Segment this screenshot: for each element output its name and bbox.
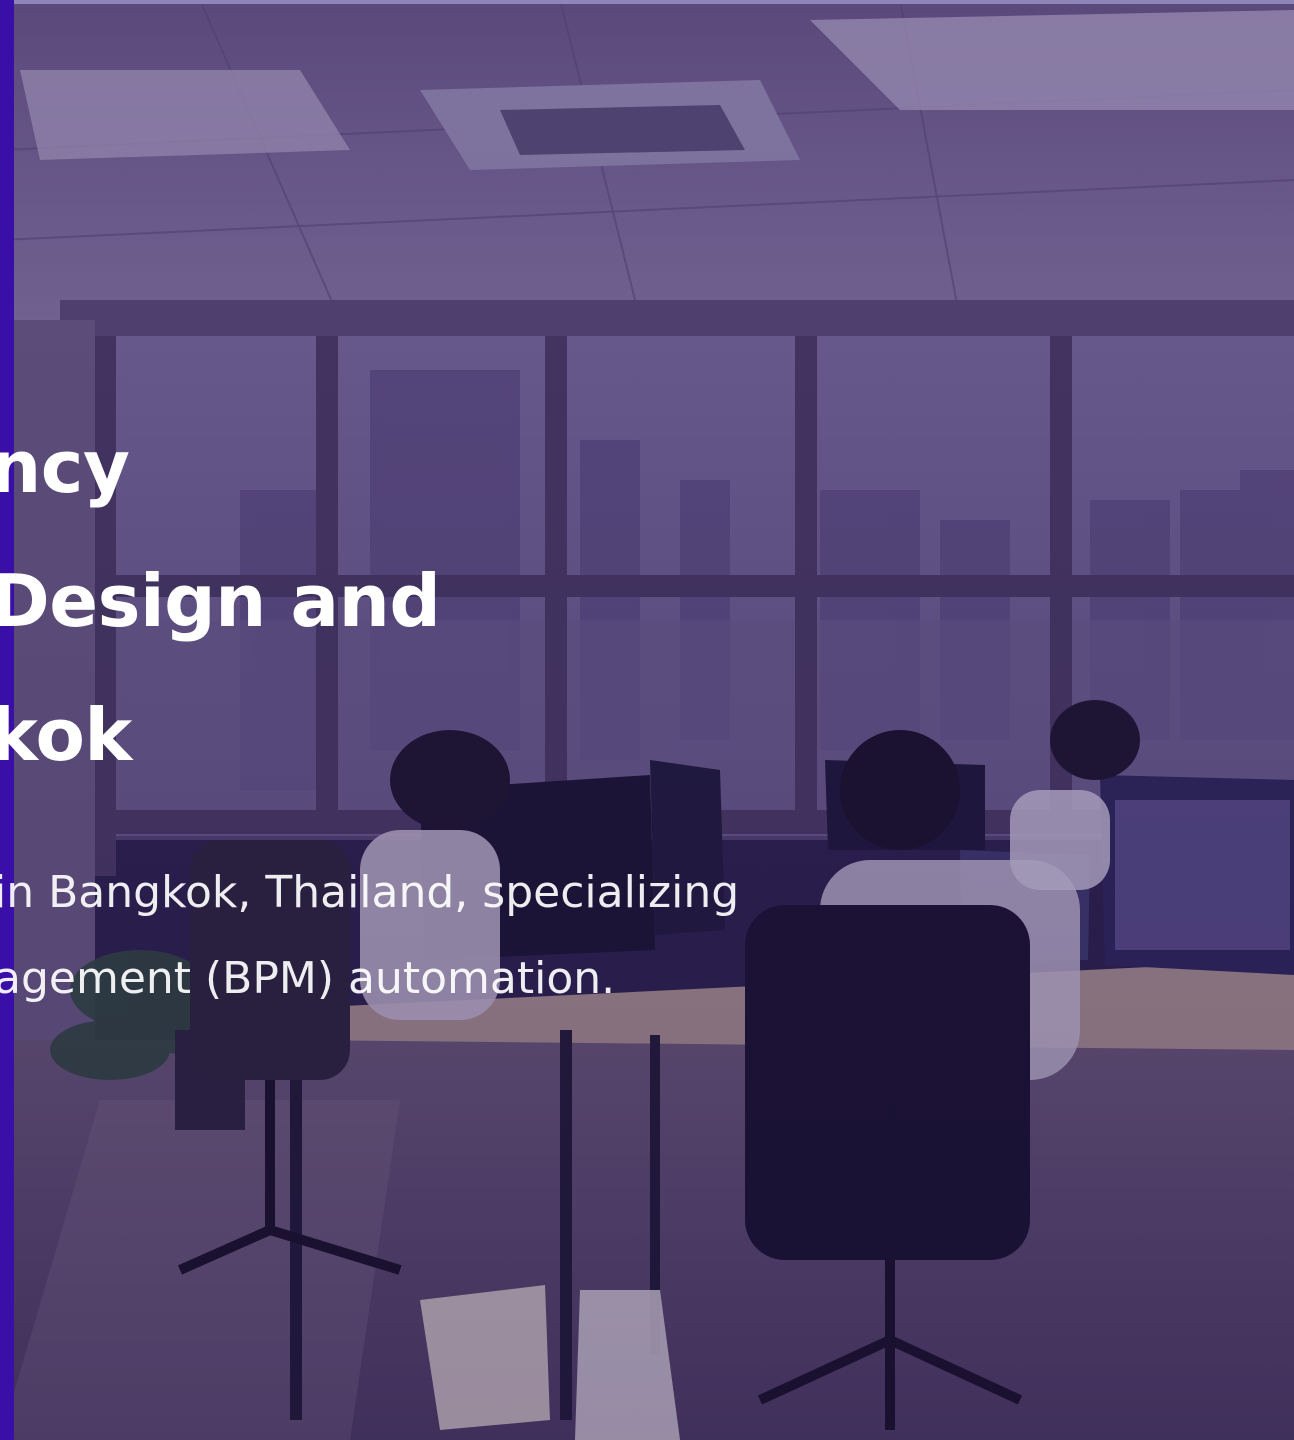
top-accent-strip xyxy=(0,0,1294,4)
hero-subtext: in Bangkok, Thailand, specializing ageme… xyxy=(0,850,894,1022)
headline-line-2: Design and xyxy=(0,559,441,643)
subtext-line-2: agement (BPM) automation. xyxy=(0,953,616,1004)
hero-headline: ncy Design and kok xyxy=(0,400,890,802)
hero-section: ncy Design and kok in Bangkok, Thailand,… xyxy=(0,0,1294,1440)
headline-line-3: kok xyxy=(0,693,132,777)
subtext-line-1: in Bangkok, Thailand, specializing xyxy=(0,867,740,918)
headline-line-1: ncy xyxy=(0,425,130,509)
